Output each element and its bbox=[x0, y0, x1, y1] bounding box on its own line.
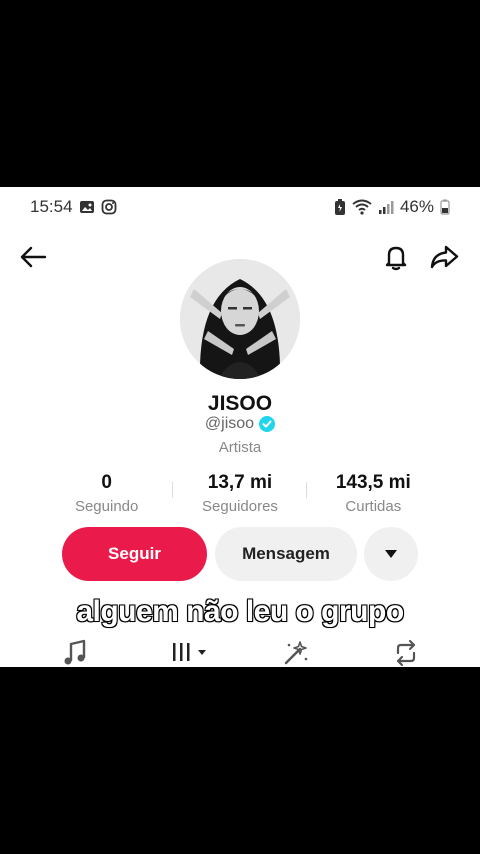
stat-label: Seguindo bbox=[74, 498, 139, 515]
back-button[interactable] bbox=[18, 241, 50, 273]
video-caption: alguem não leu o grupo bbox=[75, 594, 405, 629]
caret-down-icon bbox=[385, 550, 397, 558]
tab-music[interactable] bbox=[62, 639, 88, 667]
avatar[interactable] bbox=[180, 259, 300, 379]
status-bar: 15:54 46% bbox=[0, 187, 480, 227]
wifi-icon bbox=[352, 199, 372, 215]
stat-value: 13,7 mi bbox=[207, 472, 273, 493]
notifications-button[interactable] bbox=[380, 241, 412, 273]
follow-button[interactable]: Seguir bbox=[62, 527, 207, 581]
tab-videos[interactable] bbox=[170, 639, 210, 667]
stat-label: Curtidas bbox=[345, 498, 402, 515]
verified-icon bbox=[259, 416, 276, 432]
stat-value: 0 bbox=[101, 472, 112, 493]
grid-icon bbox=[173, 643, 206, 661]
instagram-icon bbox=[101, 199, 116, 215]
tab-effects[interactable] bbox=[282, 639, 310, 667]
gallery-icon bbox=[79, 201, 94, 213]
music-note-icon bbox=[64, 639, 86, 665]
profile-tabs bbox=[0, 639, 480, 667]
battery-icon bbox=[440, 199, 450, 215]
message-button[interactable]: Mensagem bbox=[215, 527, 357, 581]
profile-photo bbox=[180, 259, 300, 379]
battery-saver-icon bbox=[334, 199, 345, 215]
share-button[interactable] bbox=[428, 241, 460, 273]
stat-likes[interactable]: 143,5 mi Curtidas bbox=[307, 472, 440, 516]
app-screen: 15:54 46% JISOO @jisoo Artista 0 Seguind… bbox=[0, 187, 480, 667]
stats-row: 0 Seguindo 13,7 mi Seguidores 143,5 mi C… bbox=[40, 472, 440, 516]
stat-following[interactable]: 0 Seguindo bbox=[40, 472, 174, 516]
stat-followers[interactable]: 13,7 mi Seguidores bbox=[173, 472, 307, 516]
profile-actions: Seguir Mensagem bbox=[62, 527, 422, 581]
signal-icon bbox=[378, 201, 394, 214]
share-icon bbox=[430, 245, 459, 269]
handle-row: @jisoo bbox=[0, 415, 480, 433]
display-name: JISOO bbox=[207, 392, 273, 415]
handle: @jisoo bbox=[204, 415, 255, 432]
back-arrow-icon bbox=[20, 246, 47, 268]
tab-reposts[interactable] bbox=[392, 639, 420, 667]
bell-icon bbox=[385, 246, 407, 271]
repost-icon bbox=[396, 639, 416, 667]
more-options-button[interactable] bbox=[364, 527, 418, 581]
battery-percent: 46% bbox=[399, 197, 434, 216]
sparkle-icon bbox=[284, 641, 308, 665]
stat-label: Seguidores bbox=[202, 498, 278, 515]
category-label: Artista bbox=[218, 439, 262, 456]
status-time: 15:54 bbox=[30, 197, 73, 216]
stat-value: 143,5 mi bbox=[335, 472, 411, 493]
